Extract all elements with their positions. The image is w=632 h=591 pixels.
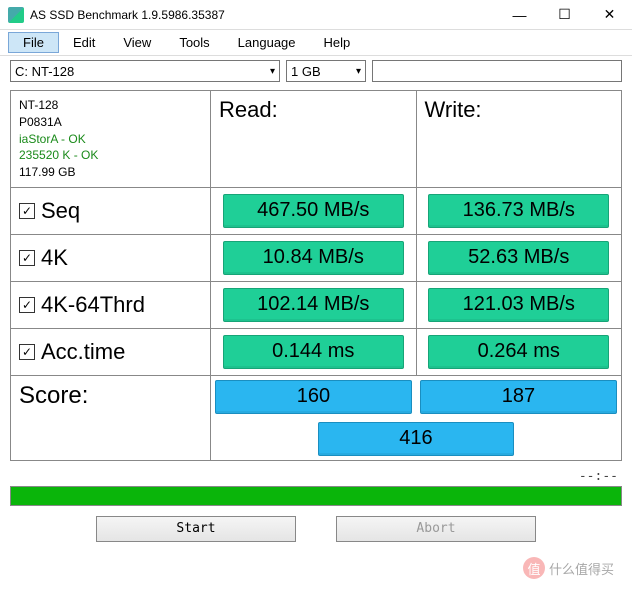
checkbox-seq[interactable]: ✓ — [19, 203, 35, 219]
score-values: 160 187 416 — [211, 376, 621, 460]
score-write: 187 — [420, 380, 617, 414]
seq-read-value: 467.50 MB/s — [223, 194, 404, 228]
abort-button: Abort — [336, 516, 536, 542]
elapsed-time: --:-- — [0, 467, 632, 486]
write-header: Write: — [417, 91, 622, 187]
watermark-icon: 值 — [523, 557, 545, 579]
row-score: Score: 160 187 416 — [11, 376, 621, 460]
device-alignment-status: 235520 K - OK — [19, 147, 202, 164]
device-name: NT-128 — [19, 97, 202, 114]
row-4k64: ✓ 4K-64Thrd 102.14 MB/s 121.03 MB/s — [11, 282, 621, 329]
drive-select[interactable]: C: NT-128 ▾ — [10, 60, 280, 82]
device-capacity: 117.99 GB — [19, 164, 202, 181]
test-acctime: ✓ Acc.time — [11, 329, 211, 375]
row-seq: ✓ Seq 467.50 MB/s 136.73 MB/s — [11, 188, 621, 235]
minimize-button[interactable]: — — [497, 0, 542, 30]
test-4k64-label: 4K-64Thrd — [41, 292, 145, 318]
chevron-down-icon: ▾ — [270, 66, 275, 77]
score-total: 416 — [318, 422, 515, 456]
acc-read-cell: 0.144 ms — [211, 329, 417, 375]
k4-read-cell: 10.84 MB/s — [211, 235, 417, 281]
score-label: Score: — [11, 376, 211, 460]
seq-write-cell: 136.73 MB/s — [417, 188, 622, 234]
test-4k64: ✓ 4K-64Thrd — [11, 282, 211, 328]
seq-read-cell: 467.50 MB/s — [211, 188, 417, 234]
acc-write-cell: 0.264 ms — [417, 329, 622, 375]
menu-tools[interactable]: Tools — [165, 33, 223, 52]
test-4k: ✓ 4K — [11, 235, 211, 281]
close-button[interactable]: ✕ — [587, 0, 632, 30]
test-seq-label: Seq — [41, 198, 80, 224]
k4-write-value: 52.63 MB/s — [428, 241, 609, 275]
test-size-select[interactable]: 1 GB ▾ — [286, 60, 366, 82]
title-bar: AS SSD Benchmark 1.9.5986.35387 — ☐ ✕ — [0, 0, 632, 30]
k4-read-value: 10.84 MB/s — [223, 241, 404, 275]
maximize-button[interactable]: ☐ — [542, 0, 587, 30]
toolbar: C: NT-128 ▾ 1 GB ▾ — [0, 56, 632, 86]
progress-bar — [10, 486, 622, 506]
read-header: Read: — [211, 91, 417, 187]
menu-help[interactable]: Help — [310, 33, 365, 52]
test-seq: ✓ Seq — [11, 188, 211, 234]
menu-file[interactable]: File — [8, 32, 59, 53]
row-acctime: ✓ Acc.time 0.144 ms 0.264 ms — [11, 329, 621, 376]
k464-read-value: 102.14 MB/s — [223, 288, 404, 322]
acc-write-value: 0.264 ms — [428, 335, 609, 369]
checkbox-4k64[interactable]: ✓ — [19, 297, 35, 313]
row-4k: ✓ 4K 10.84 MB/s 52.63 MB/s — [11, 235, 621, 282]
k464-write-value: 121.03 MB/s — [428, 288, 609, 322]
k4-write-cell: 52.63 MB/s — [417, 235, 622, 281]
device-info: NT-128 P0831A iaStorA - OK 235520 K - OK… — [11, 91, 211, 187]
menu-view[interactable]: View — [109, 33, 165, 52]
device-driver-status: iaStorA - OK — [19, 131, 202, 148]
chevron-down-icon: ▾ — [356, 66, 361, 77]
app-icon — [8, 7, 24, 23]
menu-edit[interactable]: Edit — [59, 33, 109, 52]
k464-write-cell: 121.03 MB/s — [417, 282, 622, 328]
menu-language[interactable]: Language — [224, 33, 310, 52]
menu-bar: File Edit View Tools Language Help — [0, 30, 632, 56]
acc-read-value: 0.144 ms — [223, 335, 404, 369]
window-title: AS SSD Benchmark 1.9.5986.35387 — [30, 8, 497, 22]
test-size-value: 1 GB — [291, 64, 321, 79]
checkbox-acctime[interactable]: ✓ — [19, 344, 35, 360]
k464-read-cell: 102.14 MB/s — [211, 282, 417, 328]
header-row: NT-128 P0831A iaStorA - OK 235520 K - OK… — [11, 91, 621, 188]
drive-select-value: C: NT-128 — [15, 64, 74, 79]
start-button[interactable]: Start — [96, 516, 296, 542]
test-acctime-label: Acc.time — [41, 339, 125, 365]
test-4k-label: 4K — [41, 245, 68, 271]
watermark: 值 什么值得买 — [513, 553, 624, 583]
device-firmware: P0831A — [19, 114, 202, 131]
watermark-text: 什么值得买 — [549, 559, 614, 578]
button-row: Start Abort — [0, 512, 632, 550]
path-input[interactable] — [372, 60, 622, 82]
score-read: 160 — [215, 380, 412, 414]
results-panel: NT-128 P0831A iaStorA - OK 235520 K - OK… — [10, 90, 622, 461]
seq-write-value: 136.73 MB/s — [428, 194, 609, 228]
checkbox-4k[interactable]: ✓ — [19, 250, 35, 266]
window-controls: — ☐ ✕ — [497, 0, 632, 30]
